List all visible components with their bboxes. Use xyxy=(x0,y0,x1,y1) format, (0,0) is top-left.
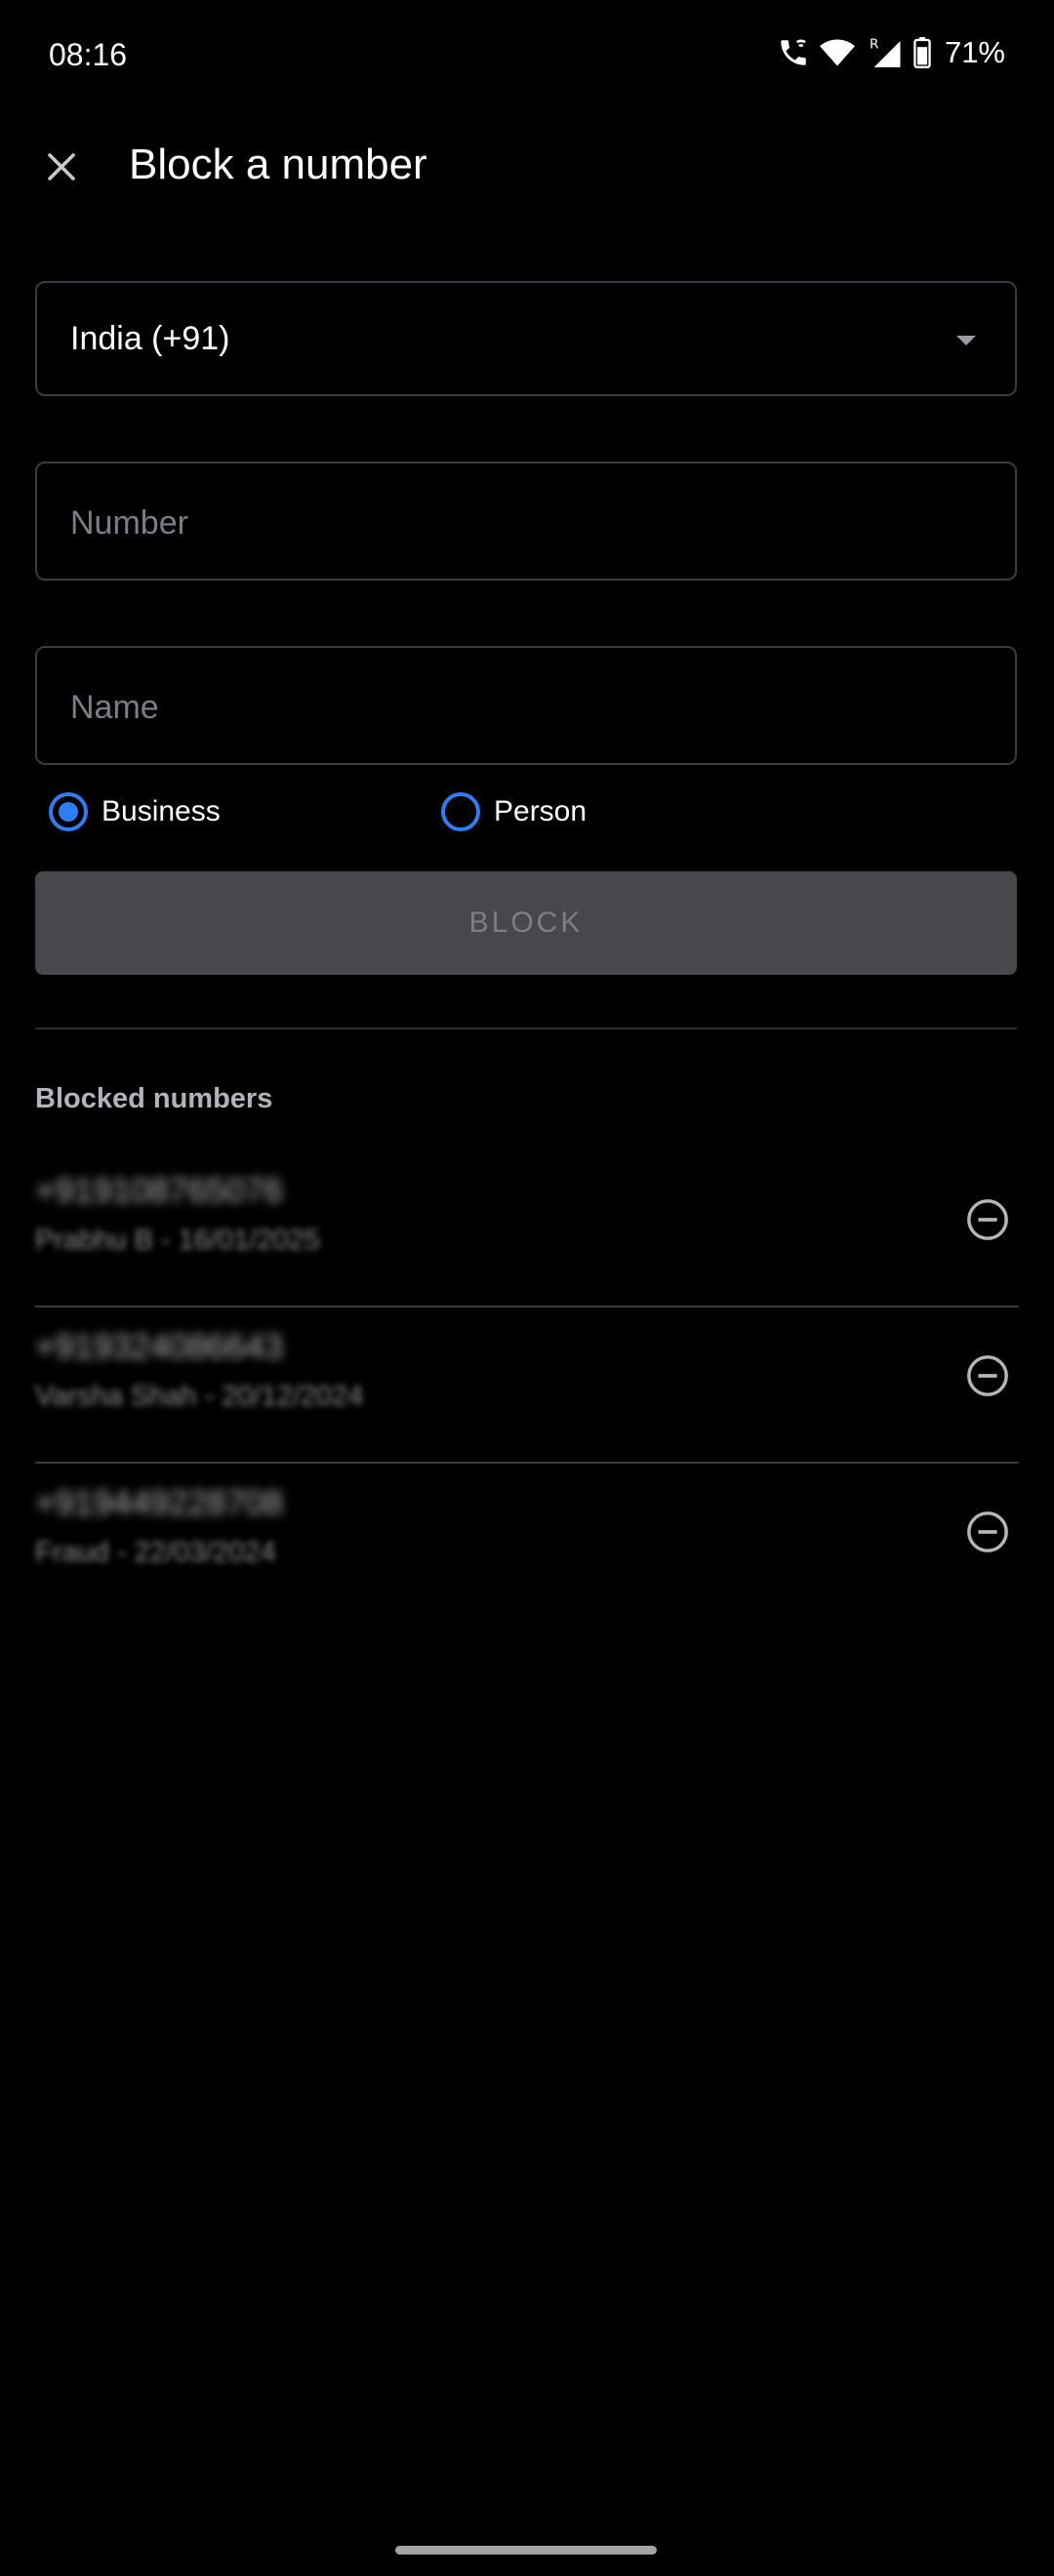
blocked-number: +919324086643 xyxy=(35,1328,284,1366)
name-input[interactable]: Name xyxy=(35,646,1017,765)
chevron-down-icon xyxy=(956,336,976,345)
radio-person-label: Person xyxy=(494,795,588,827)
signal-roaming-icon: R xyxy=(865,35,904,70)
name-placeholder: Name xyxy=(70,689,159,726)
list-item: +919449228708 Fraud - 22/03/2024 xyxy=(35,1464,1019,1618)
battery-icon xyxy=(913,37,931,68)
remove-circle-icon xyxy=(967,1199,1008,1240)
blocked-meta: Varsha Shah - 20/12/2024 xyxy=(35,1381,364,1412)
wifi-icon xyxy=(819,36,855,69)
country-select[interactable]: India (+91) xyxy=(35,281,1017,396)
wifi-calling-icon xyxy=(777,36,810,69)
number-input[interactable]: Number xyxy=(35,462,1017,581)
unblock-button[interactable] xyxy=(958,1503,1017,1561)
unblock-button[interactable] xyxy=(958,1347,1017,1405)
remove-circle-icon xyxy=(967,1511,1008,1552)
number-placeholder: Number xyxy=(70,504,188,542)
list-item: +919108765076 Prabhu B - 16/01/2025 xyxy=(35,1151,1019,1308)
radio-business-label: Business xyxy=(101,795,221,827)
home-indicator[interactable] xyxy=(395,2546,657,2555)
radio-person[interactable]: Person xyxy=(441,792,587,831)
close-button[interactable] xyxy=(29,135,94,199)
blocked-list: +919108765076 Prabhu B - 16/01/2025 +919… xyxy=(35,1151,1019,1618)
toolbar: Block a number xyxy=(0,113,1054,222)
country-value: India (+91) xyxy=(70,320,230,357)
divider xyxy=(35,1027,1017,1029)
blocked-number: +919108765076 xyxy=(35,1172,284,1210)
blocked-meta: Fraud - 22/03/2024 xyxy=(35,1537,276,1568)
unblock-button[interactable] xyxy=(958,1190,1017,1249)
block-button[interactable]: BLOCK xyxy=(35,871,1017,975)
status-bar: 08:16 R 71% xyxy=(0,0,1054,113)
status-time: 08:16 xyxy=(49,37,128,72)
svg-text:R: R xyxy=(870,37,878,53)
battery-percentage: 71% xyxy=(944,35,1005,69)
radio-business[interactable]: Business xyxy=(49,792,221,831)
blocked-number: +919449228708 xyxy=(35,1484,284,1522)
blocked-numbers-title: Blocked numbers xyxy=(35,1083,273,1114)
close-icon xyxy=(48,153,75,181)
radio-selected-icon xyxy=(49,792,88,831)
type-radio-group: Business Person xyxy=(35,792,1017,847)
radio-unselected-icon xyxy=(441,792,480,831)
blocked-meta: Prabhu B - 16/01/2025 xyxy=(35,1225,320,1256)
remove-circle-icon xyxy=(967,1355,1008,1396)
status-icons: R 71% xyxy=(777,35,1005,70)
list-item: +919324086643 Varsha Shah - 20/12/2024 xyxy=(35,1308,1019,1464)
page-title: Block a number xyxy=(129,141,427,188)
